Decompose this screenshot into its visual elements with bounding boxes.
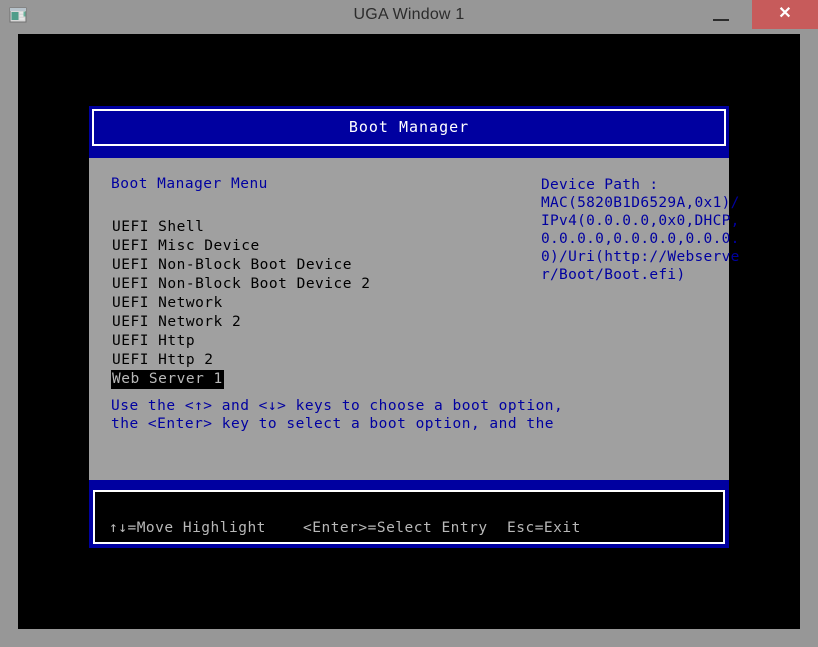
boot-manager-title: Boot Manager [92,109,726,146]
close-button[interactable]: ✕ [752,0,818,29]
minimize-button[interactable] [701,0,740,29]
device-path-panel: Device Path : MAC(5820B1D6529A,0x1)/ IPv… [541,176,731,284]
title-gap [89,149,729,158]
menu-row: UEFI Shell [111,216,531,235]
minimize-icon [713,19,729,21]
boot-manager-body: Boot Manager Menu UEFI Shell UEFI Misc D… [89,158,729,480]
help-line-2: the <Enter> key to select a boot option,… [111,416,554,432]
help-line-1: Use the <↑> and <↓> keys to choose a boo… [111,398,563,414]
menu-row: UEFI Network 2 [111,311,531,330]
device-path-line-1: IPv4(0.0.0.0,0x0,DHCP, [541,213,740,229]
menu-heading: Boot Manager Menu [111,176,268,192]
menu-row: UEFI Non-Block Boot Device 2 [111,273,531,292]
boot-manager-dialog: Boot Manager Boot Manager Menu UEFI Shel… [89,106,729,548]
menu-row: Web Server 1 [111,368,531,387]
boot-manager-footer: ↑↓=Move Highlight <Enter>=Select Entry E… [89,486,729,548]
uga-canvas: Boot Manager Boot Manager Menu UEFI Shel… [18,34,800,629]
window-title: UGA Window 1 [0,0,818,29]
help-text: Use the <↑> and <↓> keys to choose a boo… [111,397,563,433]
close-icon: ✕ [752,0,818,29]
footer-inner: ↑↓=Move Highlight <Enter>=Select Entry E… [93,490,725,544]
boot-menu-list: UEFI Shell UEFI Misc Device UEFI Non-Blo… [111,216,531,387]
os-window: UGA Window 1 ✕ Boot Manager Boot Manager… [0,0,818,647]
footer-key-exit: Esc=Exit [507,520,581,536]
menu-row: UEFI Http [111,330,531,349]
window-titlebar[interactable]: UGA Window 1 ✕ [0,0,818,29]
device-path-line-2: 0.0.0.0,0.0.0.0,0.0.0. [541,231,740,247]
footer-key-select-entry: <Enter>=Select Entry [303,520,488,536]
device-path-heading: Device Path : [541,177,658,193]
device-path-line-3: 0)/Uri(http://Webserve [541,249,740,265]
boot-menu-item-8[interactable]: Web Server 1 [111,370,224,389]
menu-row: UEFI Http 2 [111,349,531,368]
boot-manager-titlebar: Boot Manager [89,106,729,149]
footer-key-move-highlight: ↑↓=Move Highlight [109,520,266,536]
menu-row: UEFI Non-Block Boot Device [111,254,531,273]
device-path-line-4: r/Boot/Boot.efi) [541,267,685,283]
menu-row: UEFI Network [111,292,531,311]
device-path-line-0: MAC(5820B1D6529A,0x1)/ [541,195,740,211]
menu-row: UEFI Misc Device [111,235,531,254]
